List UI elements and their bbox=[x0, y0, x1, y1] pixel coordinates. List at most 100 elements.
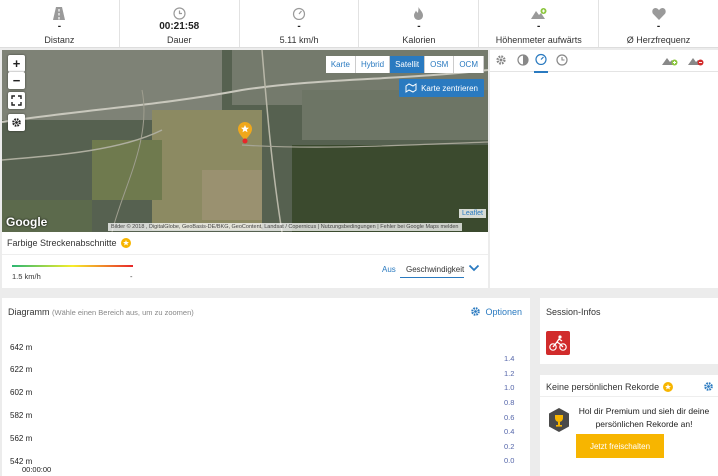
y-axis-right-tick: 0.4 bbox=[504, 427, 515, 436]
y-axis-left-tick: 642 m bbox=[10, 343, 33, 352]
stat-label: 5.11 km/h bbox=[279, 35, 319, 45]
y-axis-right-tick: 0.6 bbox=[504, 413, 515, 422]
zoom-in-button[interactable]: + bbox=[8, 55, 25, 72]
segments-metric-select[interactable]: Geschwindigkeit bbox=[400, 263, 464, 278]
zoom-out-button[interactable]: − bbox=[8, 72, 25, 89]
stat-calories: - Kalorien bbox=[359, 0, 480, 47]
gear-icon bbox=[496, 55, 506, 65]
speedometer-icon bbox=[535, 53, 547, 66]
mountain-up-icon bbox=[530, 6, 547, 20]
y-axis-left-tick: 602 m bbox=[10, 388, 33, 397]
gear-icon bbox=[471, 307, 481, 316]
tab-pie[interactable] bbox=[517, 54, 529, 69]
stats-bar: - Distanz 00:21:58 Dauer - 5.11 km/h - K… bbox=[0, 0, 718, 48]
stat-duration: 00:21:58 Dauer bbox=[120, 0, 240, 47]
map-center-icon bbox=[405, 83, 417, 93]
gradient-max-label: - bbox=[130, 272, 133, 281]
y-axis-right-tick: 1.4 bbox=[504, 354, 515, 363]
map-type-osm[interactable]: OSM bbox=[425, 56, 455, 73]
stat-heart-rate: - Ø Herzfrequenz bbox=[599, 0, 718, 47]
heart-icon bbox=[651, 6, 666, 20]
trophy-icon bbox=[548, 408, 570, 435]
records-title: Keine persönlichen Rekorde bbox=[546, 382, 674, 392]
stat-value: - bbox=[656, 21, 661, 32]
speedometer-icon bbox=[292, 6, 306, 20]
y-axis-left-tick: 562 m bbox=[10, 434, 33, 443]
personal-records-panel: Keine persönlichen Rekorde Hol dir Premi… bbox=[540, 375, 718, 476]
diagram-options-button[interactable]: Optionen bbox=[470, 306, 522, 317]
premium-star-icon bbox=[120, 238, 131, 248]
map-type-ocm[interactable]: OCM bbox=[454, 56, 484, 73]
map-type-switcher: Karte Hybrid Satellit OSM OCM bbox=[325, 56, 484, 73]
pie-chart-icon bbox=[517, 54, 529, 66]
segments-off-button[interactable]: Aus bbox=[382, 265, 396, 274]
cyclist-icon bbox=[549, 335, 567, 351]
center-map-label: Karte zentrieren bbox=[421, 83, 478, 93]
colored-segments-title: Farbige Streckenabschnitte bbox=[7, 238, 131, 248]
records-premium-text: Hol dir Premium und sieh dir deine persö… bbox=[578, 406, 710, 429]
diagram-title-text: Diagramm bbox=[8, 307, 50, 317]
stat-label: Höhenmeter aufwärts bbox=[495, 35, 582, 45]
map-settings-button[interactable] bbox=[8, 114, 25, 131]
records-title-text: Keine persönlichen Rekorde bbox=[546, 382, 660, 392]
side-panel-tabs bbox=[490, 50, 718, 73]
gear-icon bbox=[704, 382, 713, 391]
stat-distance: - Distanz bbox=[0, 0, 120, 47]
diagram-subtitle: (Wähle einen Bereich aus, um zu zoomen) bbox=[52, 308, 194, 317]
x-axis-start-tick: 00:00:00 bbox=[22, 465, 52, 474]
stat-value: 00:21:58 bbox=[159, 21, 200, 32]
gradient-min-label: 1.5 km/h bbox=[12, 272, 41, 281]
stat-label: Distanz bbox=[44, 35, 75, 45]
stat-value: - bbox=[297, 21, 301, 32]
stat-value: - bbox=[57, 21, 62, 32]
y-axis-left-tick: 622 m bbox=[10, 365, 33, 374]
session-info-panel: Session-Infos bbox=[540, 298, 718, 364]
tab-time[interactable] bbox=[556, 54, 568, 69]
fullscreen-icon bbox=[11, 95, 22, 106]
location-pin-icon[interactable] bbox=[238, 122, 252, 144]
fullscreen-button[interactable] bbox=[8, 92, 25, 109]
records-settings-button[interactable] bbox=[703, 381, 714, 395]
stat-value: - bbox=[417, 21, 421, 32]
stat-label: Ø Herzfrequenz bbox=[626, 35, 691, 45]
tab-elevation-down[interactable] bbox=[688, 54, 704, 69]
stat-elevation-up: - Höhenmeter aufwärts bbox=[479, 0, 600, 47]
tab-speed[interactable] bbox=[534, 53, 548, 73]
side-panel bbox=[490, 50, 718, 288]
road-icon bbox=[53, 6, 66, 20]
y-axis-right-tick: 0.2 bbox=[504, 442, 515, 451]
stat-label: Dauer bbox=[166, 35, 192, 45]
leaflet-link[interactable]: Leaflet bbox=[458, 209, 486, 218]
y-axis-left-tick: 582 m bbox=[10, 411, 33, 420]
center-map-button[interactable]: Karte zentrieren bbox=[399, 79, 484, 97]
map-type-hybrid[interactable]: Hybrid bbox=[355, 56, 391, 73]
sport-type-badge bbox=[546, 331, 570, 355]
google-logo: Google bbox=[6, 215, 48, 229]
map-type-karte[interactable]: Karte bbox=[325, 56, 356, 73]
y-axis-right-tick: 0.0 bbox=[504, 456, 515, 465]
diagram-title: Diagramm (Wähle einen Bereich aus, um zu… bbox=[8, 307, 194, 317]
clock-icon bbox=[173, 6, 186, 20]
y-axis-right-tick: 1.2 bbox=[504, 369, 515, 378]
flame-icon bbox=[413, 6, 424, 20]
chevron-down-icon[interactable] bbox=[468, 263, 480, 276]
tab-settings[interactable] bbox=[495, 54, 507, 69]
y-axis-right-tick: 1.0 bbox=[504, 383, 515, 392]
y-axis-right-tick: 0.8 bbox=[504, 398, 515, 407]
divider bbox=[2, 254, 488, 255]
mountain-up-icon bbox=[662, 58, 678, 66]
diagram-options-label: Optionen bbox=[485, 306, 522, 317]
map-attribution[interactable]: Bilder © 2018 , DigitalGlobe, GeoBasis-D… bbox=[108, 223, 462, 231]
diagram-panel[interactable]: Diagramm (Wähle einen Bereich aus, um zu… bbox=[2, 298, 530, 476]
map-type-satellit[interactable]: Satellit bbox=[390, 56, 426, 73]
premium-star-icon bbox=[663, 382, 674, 392]
tab-elevation-up[interactable] bbox=[662, 54, 678, 69]
mountain-down-icon bbox=[688, 58, 704, 66]
session-info-title: Session-Infos bbox=[546, 307, 601, 317]
stat-value: - bbox=[537, 21, 541, 32]
map-view[interactable]: + − Karte Hybrid Satellit OSM OCM Karte … bbox=[2, 50, 488, 232]
speed-gradient-legend bbox=[12, 265, 133, 267]
clock-icon bbox=[556, 54, 568, 66]
gear-icon bbox=[12, 118, 21, 127]
unlock-premium-button[interactable]: Jetzt freischalten bbox=[576, 434, 664, 458]
